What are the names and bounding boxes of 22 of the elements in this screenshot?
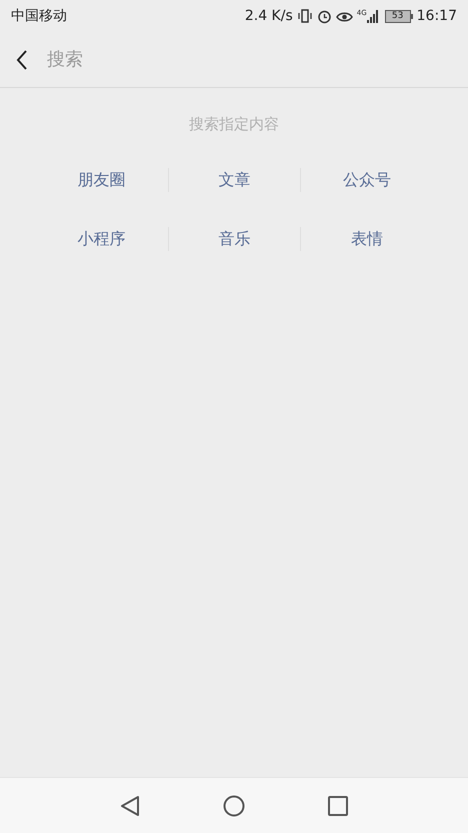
- triangle-icon: [120, 794, 140, 816]
- category-link[interactable]: 朋友圈: [69, 168, 134, 192]
- circle-icon: [223, 794, 245, 816]
- category-link[interactable]: 音乐: [210, 226, 258, 250]
- search-field[interactable]: 搜索: [47, 46, 452, 73]
- back-icon: [16, 50, 28, 70]
- carrier-name: 中国移动: [11, 6, 67, 26]
- home-button[interactable]: [222, 794, 246, 818]
- alarm-icon: [316, 8, 332, 24]
- recents-button[interactable]: [326, 794, 350, 818]
- category-link[interactable]: 表情: [343, 226, 392, 250]
- vibrate-icon: [296, 9, 313, 23]
- square-icon: [328, 796, 348, 816]
- network-speed: 2.4 K/s: [244, 6, 293, 26]
- category-link[interactable]: 公众号: [335, 168, 400, 192]
- clock: 16:17: [416, 6, 457, 26]
- back-nav-button[interactable]: [118, 794, 142, 818]
- category-link[interactable]: 小程序: [69, 226, 134, 250]
- category-link[interactable]: 文章: [210, 168, 258, 192]
- hint-text: 搜索指定内容: [188, 114, 280, 135]
- battery-level: 53: [384, 10, 411, 22]
- signal-icon: [366, 10, 379, 22]
